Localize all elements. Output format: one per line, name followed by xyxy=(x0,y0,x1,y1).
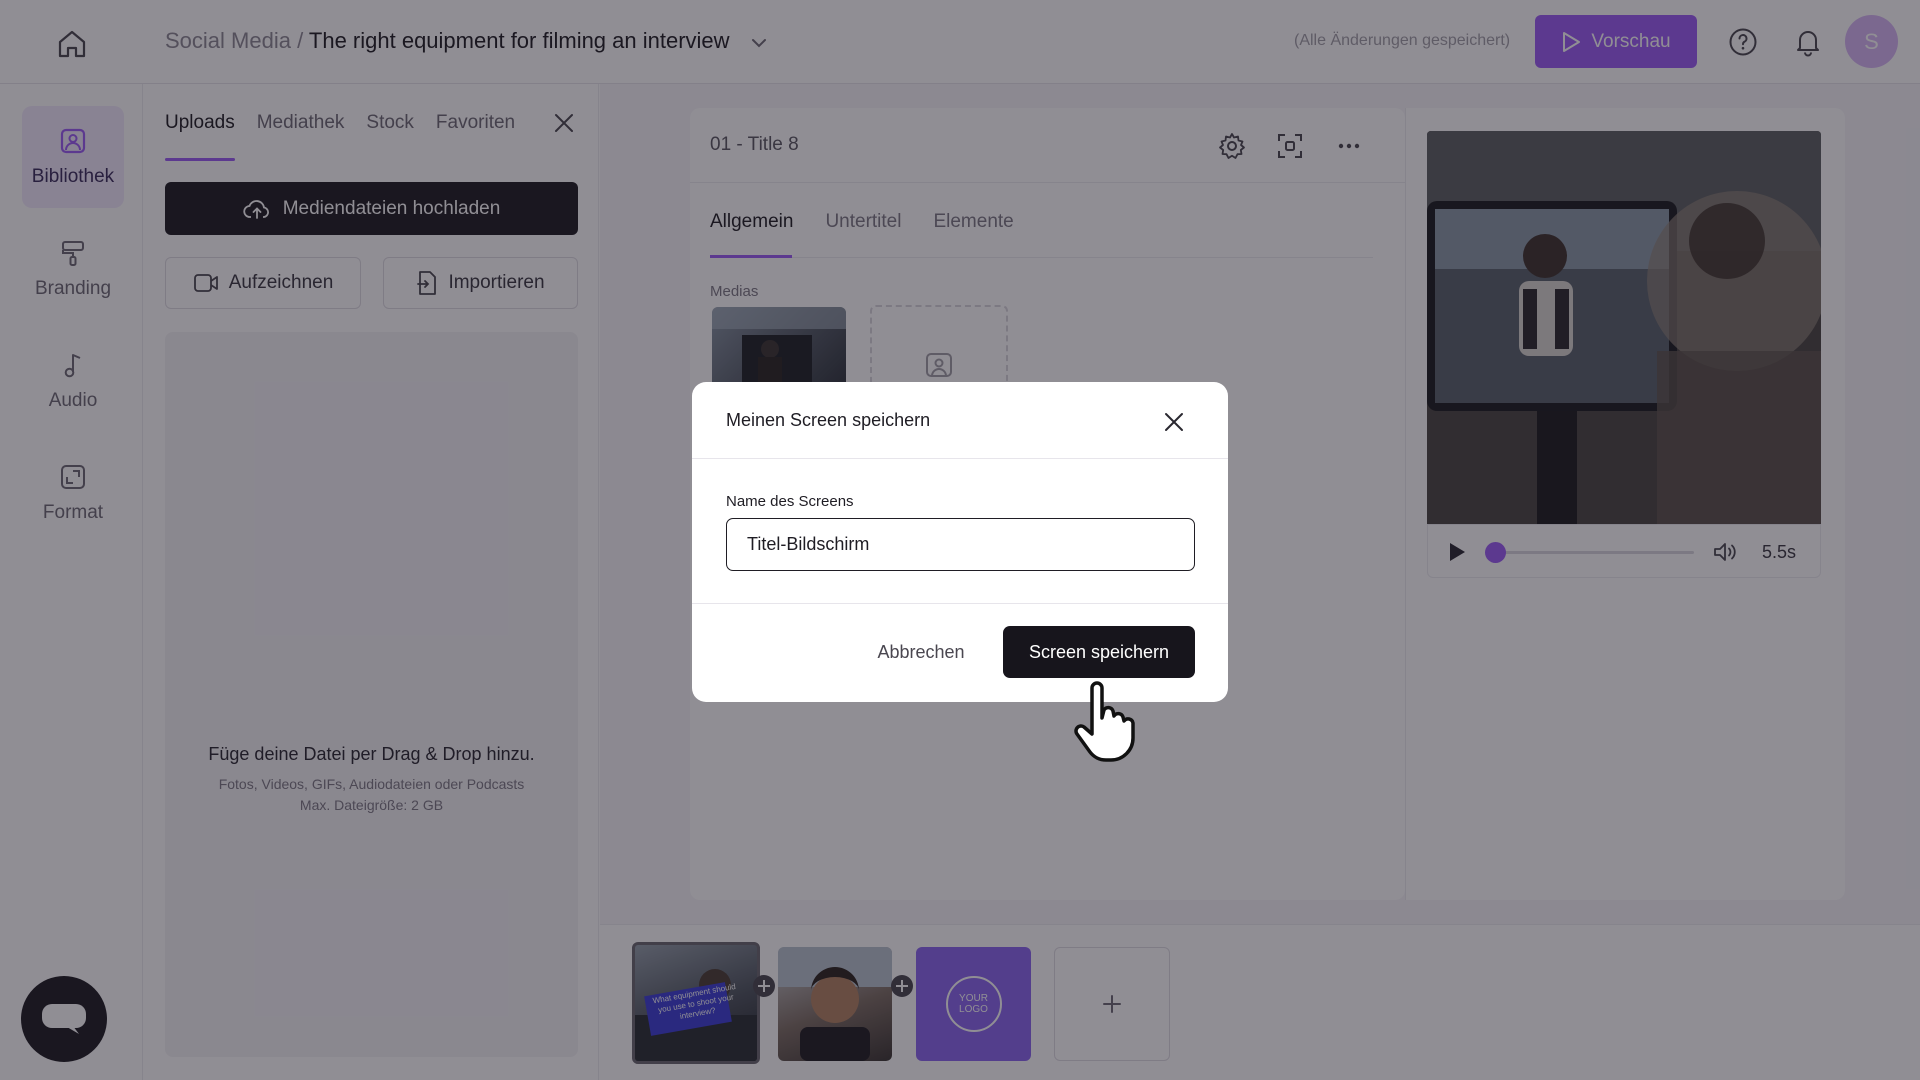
save-screen-button[interactable]: Screen speichern xyxy=(1003,626,1195,678)
close-icon[interactable] xyxy=(1160,408,1188,436)
dialog-title: Meinen Screen speichern xyxy=(726,410,931,430)
save-screen-dialog: Meinen Screen speichern Name des Screens… xyxy=(692,382,1228,702)
divider xyxy=(692,603,1228,604)
screen-name-input[interactable] xyxy=(726,518,1195,571)
divider xyxy=(692,458,1228,459)
hand-pointer-icon xyxy=(1070,680,1140,764)
cancel-button[interactable]: Abbrechen xyxy=(848,626,994,678)
screen-name-label: Name des Screens xyxy=(726,493,854,510)
